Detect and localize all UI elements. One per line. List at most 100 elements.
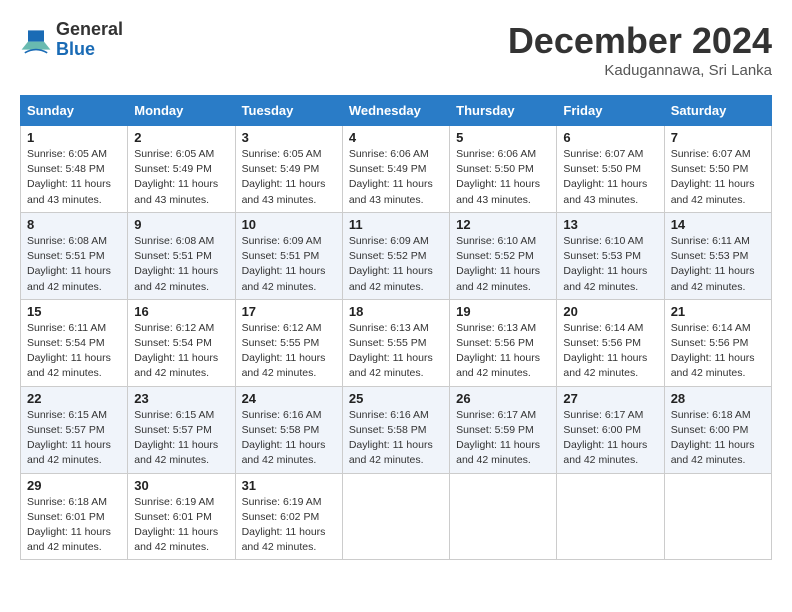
calendar-cell xyxy=(450,473,557,560)
calendar-cell: 11 Sunrise: 6:09 AMSunset: 5:52 PMDaylig… xyxy=(342,212,449,299)
calendar-cell: 14 Sunrise: 6:11 AMSunset: 5:53 PMDaylig… xyxy=(664,212,771,299)
weekday-header-tuesday: Tuesday xyxy=(235,96,342,126)
day-number: 9 xyxy=(134,217,228,232)
calendar-cell: 8 Sunrise: 6:08 AMSunset: 5:51 PMDayligh… xyxy=(21,212,128,299)
calendar-cell: 7 Sunrise: 6:07 AMSunset: 5:50 PMDayligh… xyxy=(664,126,771,213)
day-info: Sunrise: 6:07 AMSunset: 5:50 PMDaylight:… xyxy=(563,148,647,206)
day-info: Sunrise: 6:06 AMSunset: 5:49 PMDaylight:… xyxy=(349,148,433,206)
day-info: Sunrise: 6:15 AMSunset: 5:57 PMDaylight:… xyxy=(27,409,111,467)
day-number: 8 xyxy=(27,217,121,232)
day-number: 18 xyxy=(349,304,443,319)
calendar-cell: 31 Sunrise: 6:19 AMSunset: 6:02 PMDaylig… xyxy=(235,473,342,560)
logo-text: General Blue xyxy=(56,20,123,60)
day-number: 12 xyxy=(456,217,550,232)
calendar-cell: 6 Sunrise: 6:07 AMSunset: 5:50 PMDayligh… xyxy=(557,126,664,213)
calendar-cell: 17 Sunrise: 6:12 AMSunset: 5:55 PMDaylig… xyxy=(235,299,342,386)
day-number: 23 xyxy=(134,391,228,406)
calendar-cell: 10 Sunrise: 6:09 AMSunset: 5:51 PMDaylig… xyxy=(235,212,342,299)
day-number: 19 xyxy=(456,304,550,319)
weekday-header-saturday: Saturday xyxy=(664,96,771,126)
day-number: 4 xyxy=(349,130,443,145)
calendar-cell: 23 Sunrise: 6:15 AMSunset: 5:57 PMDaylig… xyxy=(128,386,235,473)
day-info: Sunrise: 6:17 AMSunset: 5:59 PMDaylight:… xyxy=(456,409,540,467)
day-info: Sunrise: 6:11 AMSunset: 5:54 PMDaylight:… xyxy=(27,322,111,380)
calendar-cell: 21 Sunrise: 6:14 AMSunset: 5:56 PMDaylig… xyxy=(664,299,771,386)
day-info: Sunrise: 6:05 AMSunset: 5:49 PMDaylight:… xyxy=(242,148,326,206)
calendar-week-row: 22 Sunrise: 6:15 AMSunset: 5:57 PMDaylig… xyxy=(21,386,772,473)
calendar-cell: 25 Sunrise: 6:16 AMSunset: 5:58 PMDaylig… xyxy=(342,386,449,473)
day-info: Sunrise: 6:18 AMSunset: 6:01 PMDaylight:… xyxy=(27,496,111,554)
calendar-cell xyxy=(557,473,664,560)
day-info: Sunrise: 6:14 AMSunset: 5:56 PMDaylight:… xyxy=(563,322,647,380)
day-info: Sunrise: 6:06 AMSunset: 5:50 PMDaylight:… xyxy=(456,148,540,206)
day-number: 6 xyxy=(563,130,657,145)
day-info: Sunrise: 6:07 AMSunset: 5:50 PMDaylight:… xyxy=(671,148,755,206)
day-number: 24 xyxy=(242,391,336,406)
day-info: Sunrise: 6:08 AMSunset: 5:51 PMDaylight:… xyxy=(27,235,111,293)
day-number: 29 xyxy=(27,478,121,493)
calendar-cell: 12 Sunrise: 6:10 AMSunset: 5:52 PMDaylig… xyxy=(450,212,557,299)
day-number: 28 xyxy=(671,391,765,406)
calendar-cell: 16 Sunrise: 6:12 AMSunset: 5:54 PMDaylig… xyxy=(128,299,235,386)
calendar-cell: 5 Sunrise: 6:06 AMSunset: 5:50 PMDayligh… xyxy=(450,126,557,213)
calendar-cell: 13 Sunrise: 6:10 AMSunset: 5:53 PMDaylig… xyxy=(557,212,664,299)
day-number: 13 xyxy=(563,217,657,232)
day-info: Sunrise: 6:08 AMSunset: 5:51 PMDaylight:… xyxy=(134,235,218,293)
calendar-cell: 1 Sunrise: 6:05 AMSunset: 5:48 PMDayligh… xyxy=(21,126,128,213)
weekday-header-monday: Monday xyxy=(128,96,235,126)
calendar-cell: 28 Sunrise: 6:18 AMSunset: 6:00 PMDaylig… xyxy=(664,386,771,473)
calendar-week-row: 1 Sunrise: 6:05 AMSunset: 5:48 PMDayligh… xyxy=(21,126,772,213)
calendar-cell: 24 Sunrise: 6:16 AMSunset: 5:58 PMDaylig… xyxy=(235,386,342,473)
day-info: Sunrise: 6:18 AMSunset: 6:00 PMDaylight:… xyxy=(671,409,755,467)
day-number: 5 xyxy=(456,130,550,145)
calendar-cell xyxy=(664,473,771,560)
day-number: 1 xyxy=(27,130,121,145)
calendar-cell: 3 Sunrise: 6:05 AMSunset: 5:49 PMDayligh… xyxy=(235,126,342,213)
weekday-header-friday: Friday xyxy=(557,96,664,126)
calendar-cell: 15 Sunrise: 6:11 AMSunset: 5:54 PMDaylig… xyxy=(21,299,128,386)
calendar-cell: 4 Sunrise: 6:06 AMSunset: 5:49 PMDayligh… xyxy=(342,126,449,213)
day-number: 7 xyxy=(671,130,765,145)
calendar-cell: 22 Sunrise: 6:15 AMSunset: 5:57 PMDaylig… xyxy=(21,386,128,473)
day-number: 17 xyxy=(242,304,336,319)
day-info: Sunrise: 6:14 AMSunset: 5:56 PMDaylight:… xyxy=(671,322,755,380)
day-info: Sunrise: 6:12 AMSunset: 5:55 PMDaylight:… xyxy=(242,322,326,380)
day-number: 31 xyxy=(242,478,336,493)
day-number: 14 xyxy=(671,217,765,232)
day-number: 2 xyxy=(134,130,228,145)
day-info: Sunrise: 6:09 AMSunset: 5:51 PMDaylight:… xyxy=(242,235,326,293)
weekday-header-sunday: Sunday xyxy=(21,96,128,126)
day-number: 20 xyxy=(563,304,657,319)
weekday-header-wednesday: Wednesday xyxy=(342,96,449,126)
day-number: 15 xyxy=(27,304,121,319)
day-info: Sunrise: 6:10 AMSunset: 5:53 PMDaylight:… xyxy=(563,235,647,293)
day-number: 10 xyxy=(242,217,336,232)
day-info: Sunrise: 6:05 AMSunset: 5:48 PMDaylight:… xyxy=(27,148,111,206)
calendar-cell: 20 Sunrise: 6:14 AMSunset: 5:56 PMDaylig… xyxy=(557,299,664,386)
day-info: Sunrise: 6:16 AMSunset: 5:58 PMDaylight:… xyxy=(349,409,433,467)
calendar-cell: 26 Sunrise: 6:17 AMSunset: 5:59 PMDaylig… xyxy=(450,386,557,473)
day-info: Sunrise: 6:10 AMSunset: 5:52 PMDaylight:… xyxy=(456,235,540,293)
day-info: Sunrise: 6:05 AMSunset: 5:49 PMDaylight:… xyxy=(134,148,218,206)
calendar-cell: 9 Sunrise: 6:08 AMSunset: 5:51 PMDayligh… xyxy=(128,212,235,299)
day-info: Sunrise: 6:15 AMSunset: 5:57 PMDaylight:… xyxy=(134,409,218,467)
day-info: Sunrise: 6:11 AMSunset: 5:53 PMDaylight:… xyxy=(671,235,755,293)
day-number: 25 xyxy=(349,391,443,406)
calendar-cell xyxy=(342,473,449,560)
day-info: Sunrise: 6:16 AMSunset: 5:58 PMDaylight:… xyxy=(242,409,326,467)
day-number: 26 xyxy=(456,391,550,406)
day-number: 27 xyxy=(563,391,657,406)
logo: General Blue xyxy=(20,20,123,60)
day-number: 11 xyxy=(349,217,443,232)
day-number: 22 xyxy=(27,391,121,406)
day-info: Sunrise: 6:09 AMSunset: 5:52 PMDaylight:… xyxy=(349,235,433,293)
calendar-cell: 2 Sunrise: 6:05 AMSunset: 5:49 PMDayligh… xyxy=(128,126,235,213)
weekday-header-row: SundayMondayTuesdayWednesdayThursdayFrid… xyxy=(21,96,772,126)
day-info: Sunrise: 6:19 AMSunset: 6:01 PMDaylight:… xyxy=(134,496,218,554)
location: Kadugannawa, Sri Lanka xyxy=(508,62,772,79)
day-number: 30 xyxy=(134,478,228,493)
day-number: 21 xyxy=(671,304,765,319)
day-info: Sunrise: 6:13 AMSunset: 5:56 PMDaylight:… xyxy=(456,322,540,380)
title-block: December 2024 Kadugannawa, Sri Lanka xyxy=(508,20,772,79)
page-header: General Blue December 2024 Kadugannawa, … xyxy=(20,20,772,79)
